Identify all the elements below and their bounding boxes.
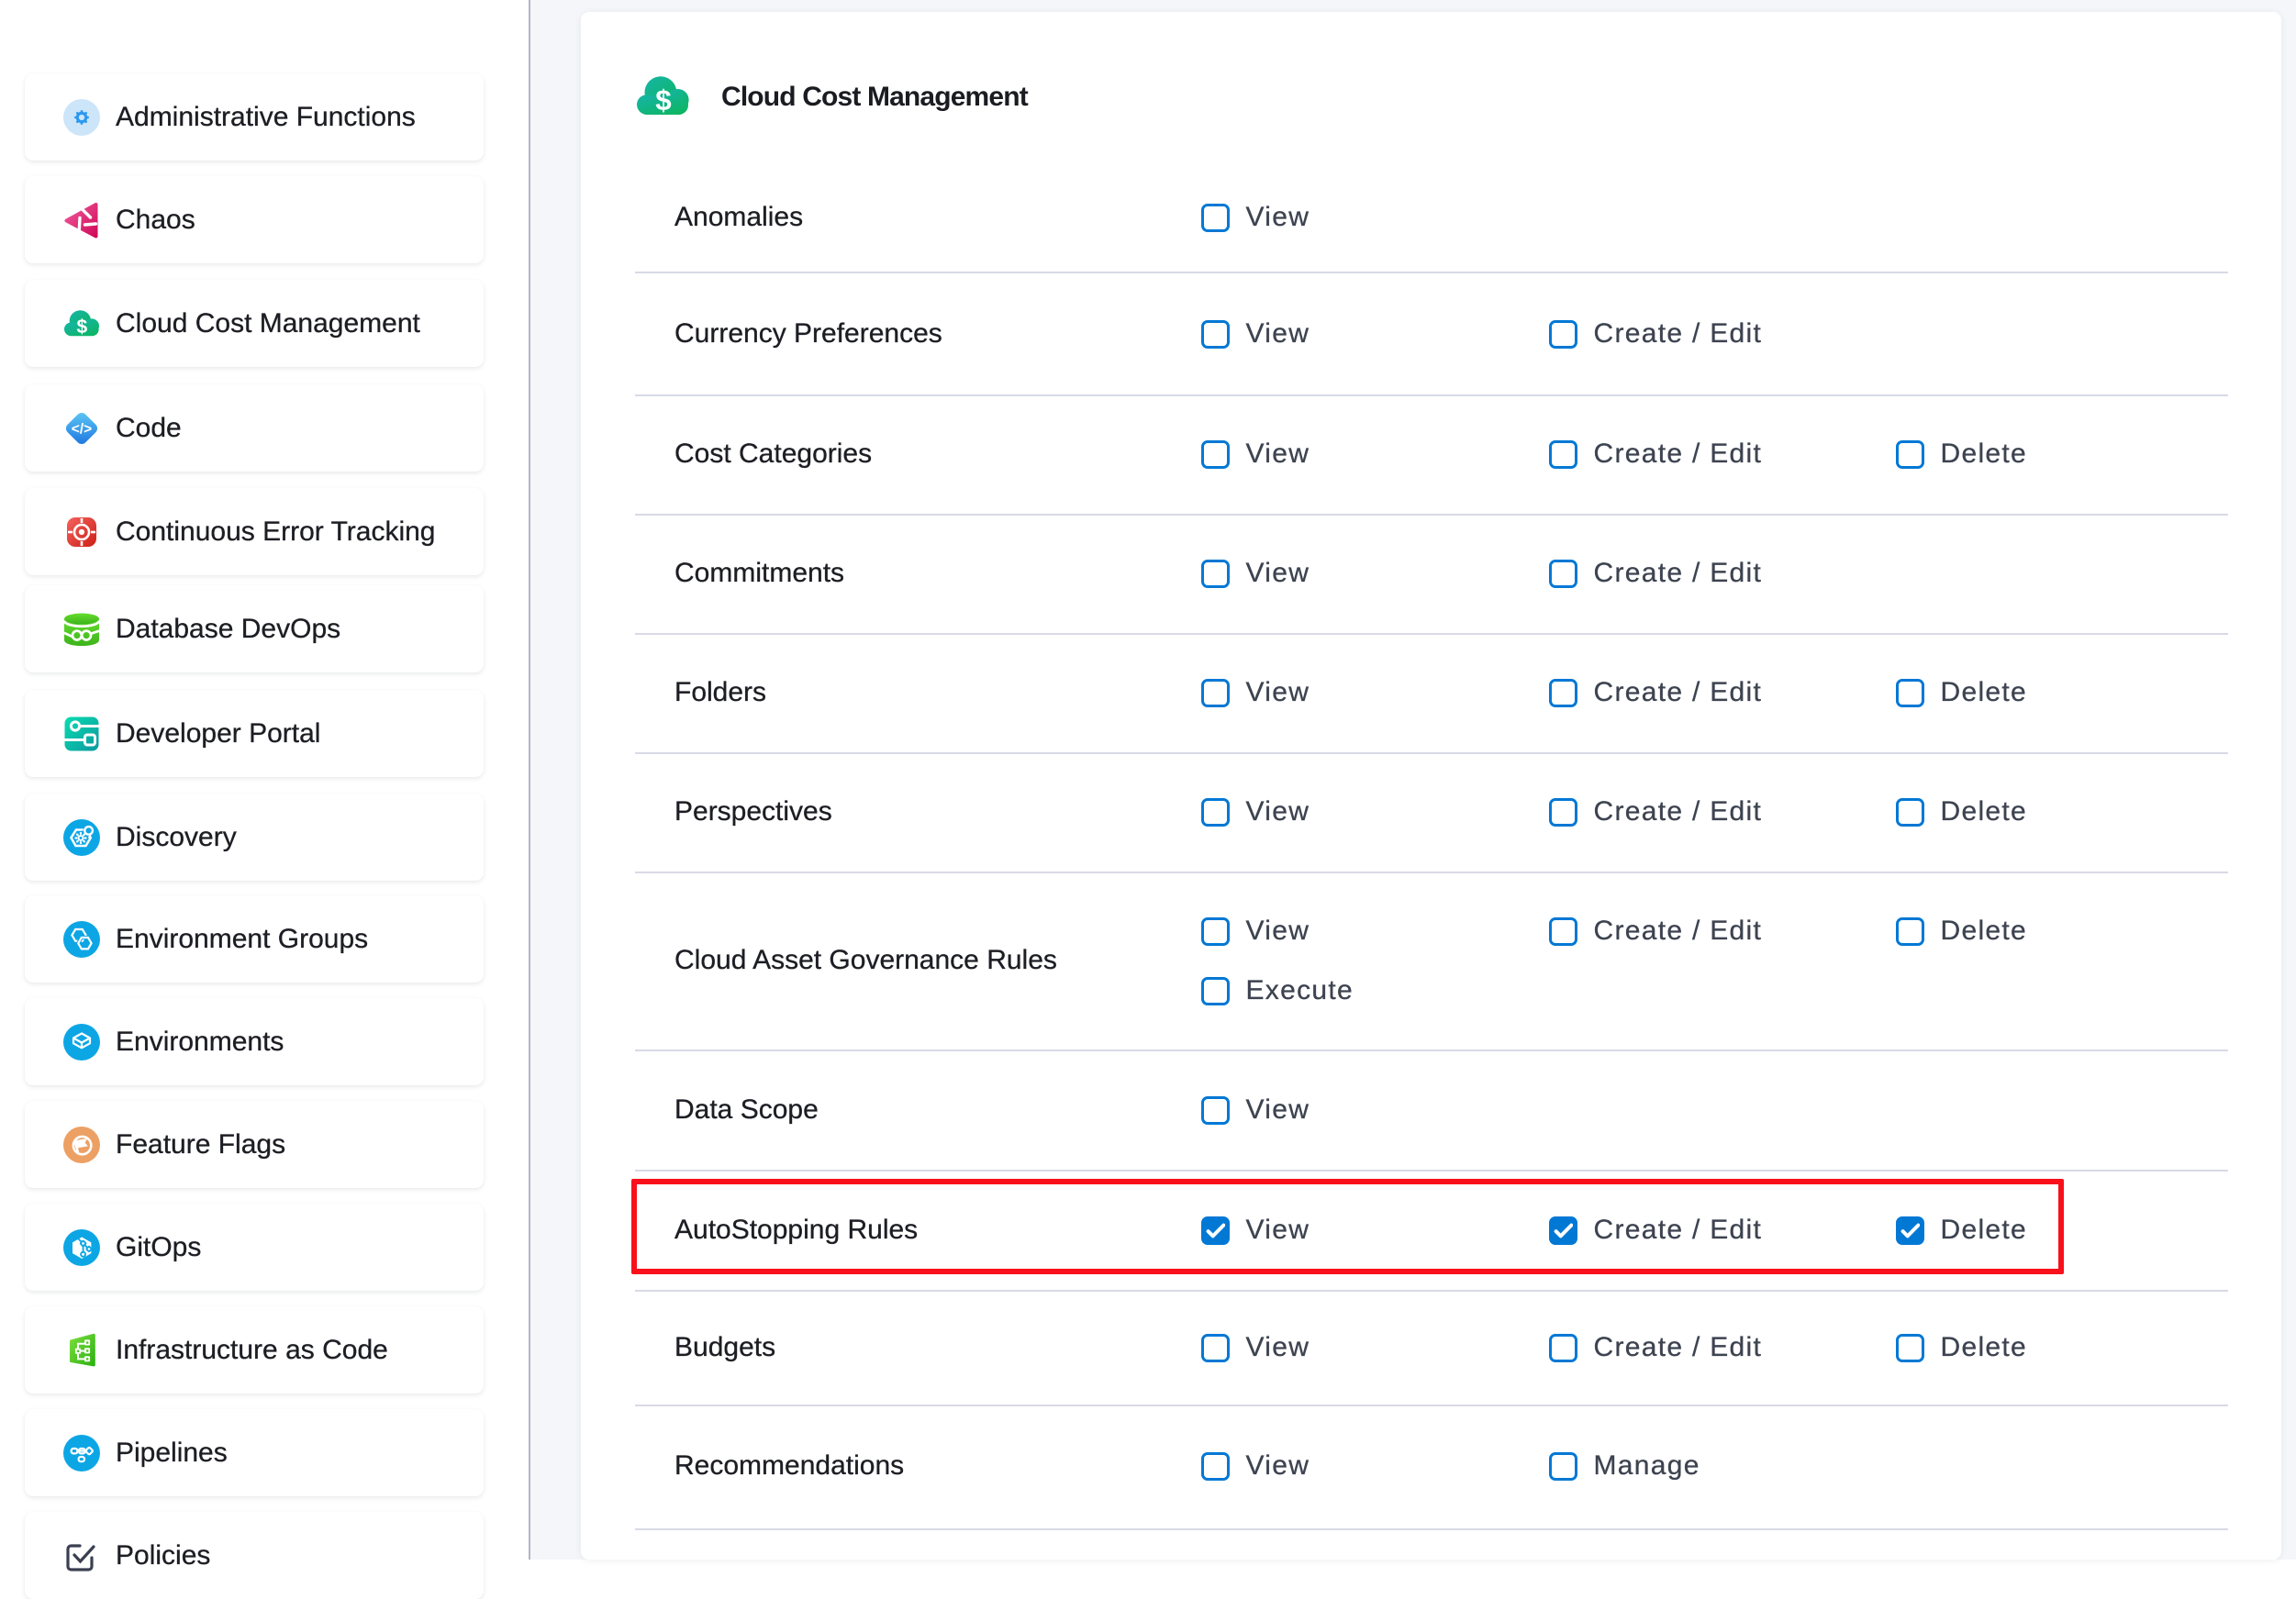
svg-text:</>: </> (72, 421, 92, 437)
svg-text:$: $ (655, 84, 671, 117)
svg-text:$: $ (77, 316, 88, 337)
